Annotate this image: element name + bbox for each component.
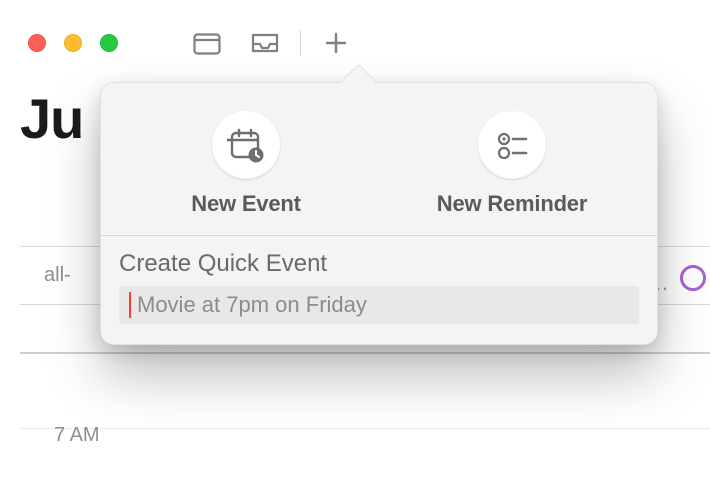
text-cursor	[129, 292, 131, 318]
new-reminder-label: New Reminder	[437, 191, 587, 217]
add-toolbar-button[interactable]	[307, 28, 365, 58]
window-minimize-button[interactable]	[64, 34, 82, 52]
new-event-button[interactable]: New Event	[113, 111, 379, 217]
window-close-button[interactable]	[28, 34, 46, 52]
inbox-toolbar-button[interactable]	[236, 28, 294, 58]
quick-event-field[interactable]	[119, 286, 639, 324]
traffic-lights	[28, 34, 118, 52]
quick-event-section: Create Quick Event	[101, 236, 657, 324]
hour-label-7am: 7 AM	[54, 424, 100, 447]
inbox-icon	[250, 31, 280, 55]
plus-icon	[324, 31, 348, 55]
grid-line	[20, 428, 710, 429]
calendars-toolbar-button[interactable]	[178, 28, 236, 58]
all-day-event-marker[interactable]	[678, 263, 708, 293]
calendar-icon	[193, 31, 221, 55]
new-event-label: New Event	[191, 191, 300, 217]
month-title: Ju	[20, 86, 83, 151]
calendar-add-icon	[212, 111, 280, 179]
window-titlebar	[0, 0, 710, 58]
quick-event-heading: Create Quick Event	[119, 250, 639, 278]
all-day-row-label: all-	[44, 264, 71, 287]
quick-event-input[interactable]	[135, 291, 631, 319]
toolbar	[178, 28, 365, 58]
grid-line	[20, 352, 710, 354]
new-reminder-button[interactable]: New Reminder	[379, 111, 645, 217]
toolbar-separator	[300, 30, 301, 56]
reminders-icon	[478, 111, 546, 179]
new-event-popover: New Event New Reminder Create Quick Even…	[100, 82, 658, 345]
new-item-type-row: New Event New Reminder	[101, 83, 657, 235]
circle-icon	[680, 265, 706, 291]
window-zoom-button[interactable]	[100, 34, 118, 52]
